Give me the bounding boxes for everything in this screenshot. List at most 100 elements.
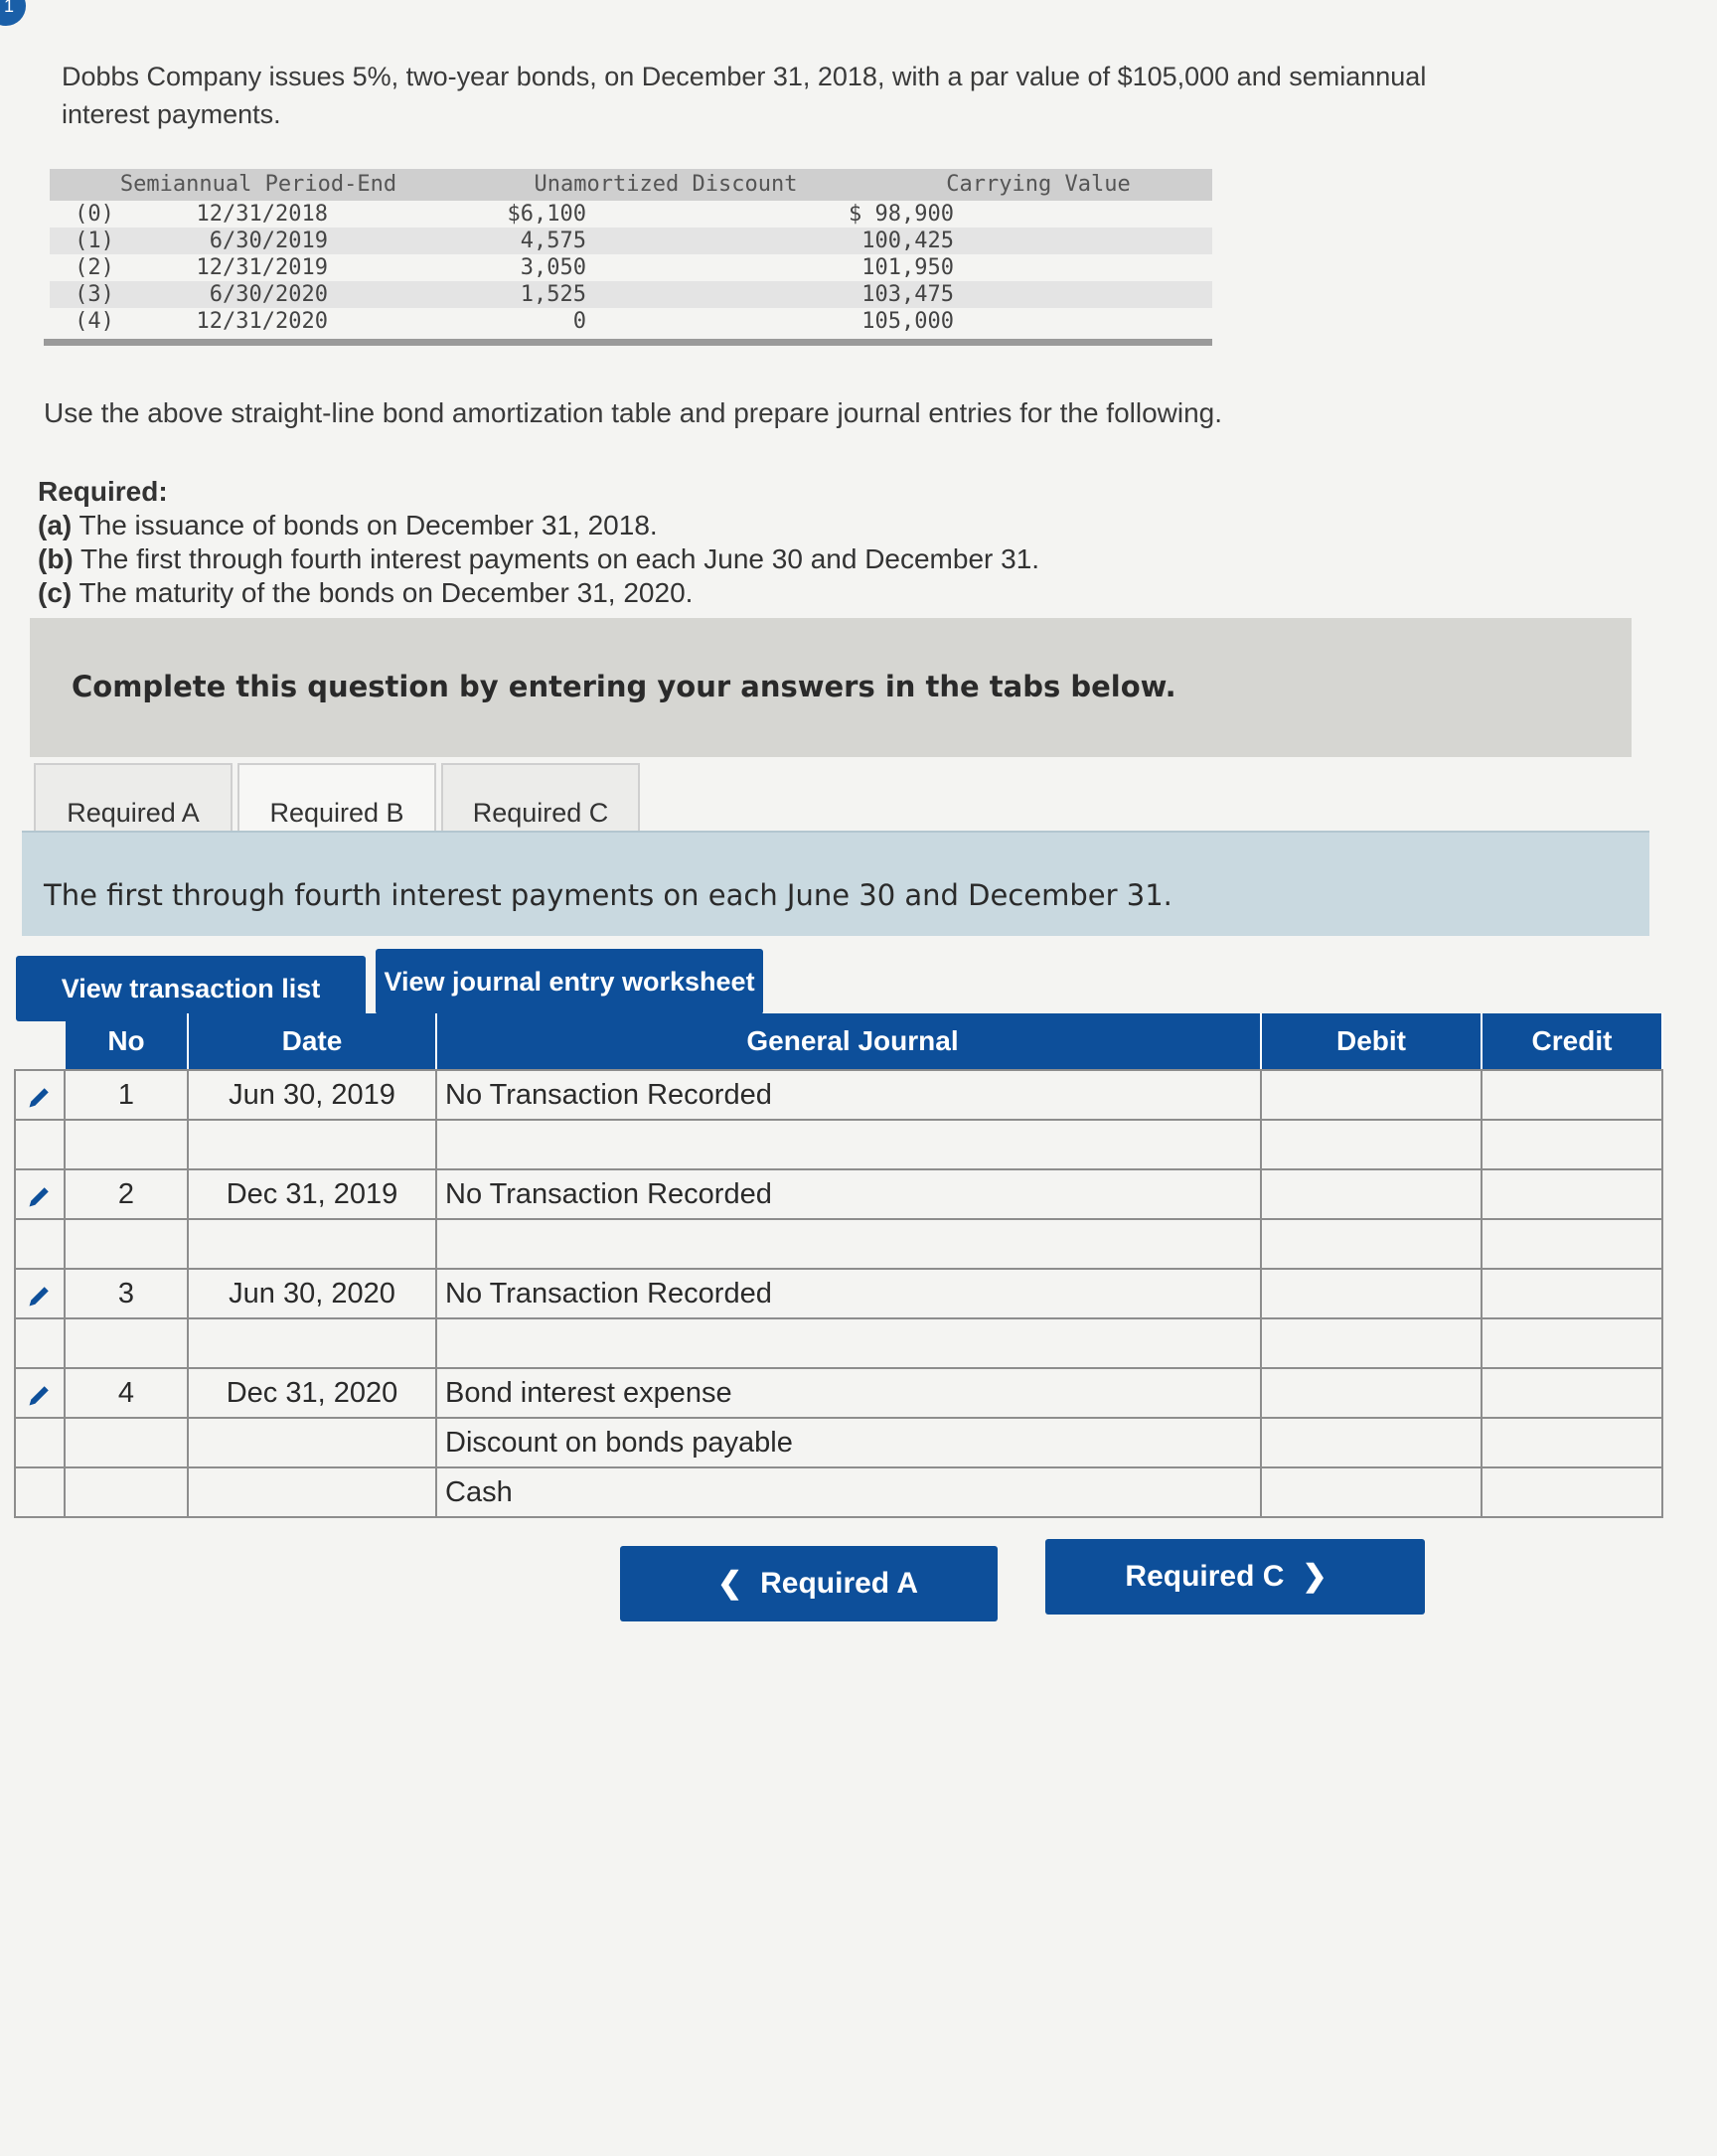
journal-bottom-border [14,1516,1663,1518]
amortization-row: (4) 12/31/2020 0 105,000 [50,308,1212,335]
unamortized-discount: 4,575 [520,229,586,253]
header-carrying-value: Carrying Value [946,172,1131,197]
period-date: 12/31/2020 [196,309,328,334]
pencil-icon [29,1386,49,1406]
edit-entry-button[interactable] [14,1270,66,1317]
account-cell: No Transaction Recorded [437,1270,1262,1317]
tab-description-panel: The first through fourth interest paymen… [22,831,1649,936]
required-item-b: (b) The first through fourth interest pa… [38,542,1329,576]
debit-cell [1262,1220,1483,1268]
next-button-label: Required C [1125,1560,1285,1593]
edit-entry-button[interactable] [14,1369,66,1417]
header-no: No [66,1013,189,1069]
unamortized-discount: $6,100 [507,202,586,227]
table-bottom-rule [44,339,1212,346]
account-cell: Discount on bonds payable [437,1419,1262,1466]
header-debit: Debit [1262,1013,1483,1069]
entry-date [189,1419,437,1466]
required-letter: (a) [38,510,73,540]
carrying-value: 100,425 [861,229,954,253]
period-index: (2) [75,255,114,280]
carrying-value: $ 98,900 [849,202,954,227]
period-index: (0) [75,202,114,227]
period-index: (4) [75,309,114,334]
header-unamortized-discount: Unamortized Discount [534,172,798,197]
entry-date [189,1220,437,1268]
pencil-icon [29,1287,49,1307]
prev-required-a-button[interactable]: ❮ Required A [620,1546,998,1621]
next-required-c-button[interactable]: Required C ❯ [1045,1539,1425,1615]
debit-cell [1262,1369,1483,1417]
carrying-value: 103,475 [861,282,954,307]
unamortized-discount: 3,050 [520,255,586,280]
debit-cell [1262,1319,1483,1367]
view-transaction-list-button[interactable]: View transaction list [16,956,366,1021]
debit-cell [1262,1270,1483,1317]
required-list: Required: (a) The issuance of bonds on D… [38,475,1329,610]
edit-entry-button[interactable] [14,1170,66,1218]
pencil-icon [29,1187,49,1207]
header-edit-spacer [14,1013,66,1069]
credit-cell [1483,1270,1663,1317]
entry-date: Dec 31, 2020 [189,1369,437,1417]
credit-cell [1483,1319,1663,1367]
chevron-right-icon: ❯ [1302,1560,1327,1593]
carrying-value: 101,950 [861,255,954,280]
edit-spacer [14,1419,66,1466]
question-number-badge: 1 [0,0,26,26]
period-index: (3) [75,282,114,307]
required-text: The maturity of the bonds on December 31… [78,577,694,608]
journal-row [14,1317,1663,1367]
entry-number [66,1419,189,1466]
entry-number: 2 [66,1170,189,1218]
header-date: Date [189,1013,437,1069]
tab-description: The first through fourth interest paymen… [44,878,1172,912]
period-date: 12/31/2018 [196,202,328,227]
header-credit: Credit [1483,1013,1663,1069]
amortization-row: (2) 12/31/2019 3,050 101,950 [50,254,1212,281]
debit-cell [1262,1121,1483,1168]
debit-cell [1262,1071,1483,1119]
account-cell [437,1319,1262,1367]
credit-cell [1483,1468,1663,1516]
entry-number [66,1121,189,1168]
credit-cell [1483,1369,1663,1417]
view-journal-entry-worksheet-button[interactable]: View journal entry worksheet [376,949,763,1014]
journal-row: 1 Jun 30, 2019 No Transaction Recorded [14,1069,1663,1119]
entry-number [66,1220,189,1268]
entry-number: 4 [66,1369,189,1417]
account-cell: Cash [437,1468,1262,1516]
entry-number [66,1468,189,1516]
header-general-journal: General Journal [437,1013,1262,1069]
required-letter: (c) [38,577,73,608]
carrying-value: 105,000 [861,309,954,334]
journal-row: 2 Dec 31, 2019 No Transaction Recorded [14,1168,1663,1218]
amortization-row: (3) 6/30/2020 1,525 103,475 [50,281,1212,308]
journal-row [14,1218,1663,1268]
pencil-icon [29,1088,49,1108]
amortization-table: Semiannual Period-End Unamortized Discou… [44,169,1212,346]
entry-date [189,1468,437,1516]
account-cell: No Transaction Recorded [437,1071,1262,1119]
required-heading: Required: [38,476,168,507]
debit-cell [1262,1468,1483,1516]
journal-row: 3 Jun 30, 2020 No Transaction Recorded [14,1268,1663,1317]
entry-number: 1 [66,1071,189,1119]
credit-cell [1483,1220,1663,1268]
account-cell [437,1220,1262,1268]
edit-spacer [14,1319,66,1367]
credit-cell [1483,1071,1663,1119]
period-date: 12/31/2019 [196,255,328,280]
instruction-text: Use the above straight-line bond amortiz… [44,397,1223,428]
journal-row [14,1119,1663,1168]
chevron-left-icon: ❮ [716,1567,743,1600]
account-cell: No Transaction Recorded [437,1170,1262,1218]
unamortized-discount: 0 [572,309,586,334]
amortization-table-header: Semiannual Period-End Unamortized Discou… [50,169,1212,201]
entry-date: Dec 31, 2019 [189,1170,437,1218]
entry-date: Jun 30, 2020 [189,1270,437,1317]
edit-entry-button[interactable] [14,1071,66,1119]
credit-cell [1483,1170,1663,1218]
header-period-end: Semiannual Period-End [119,172,397,197]
period-date: 6/30/2019 [209,229,328,253]
